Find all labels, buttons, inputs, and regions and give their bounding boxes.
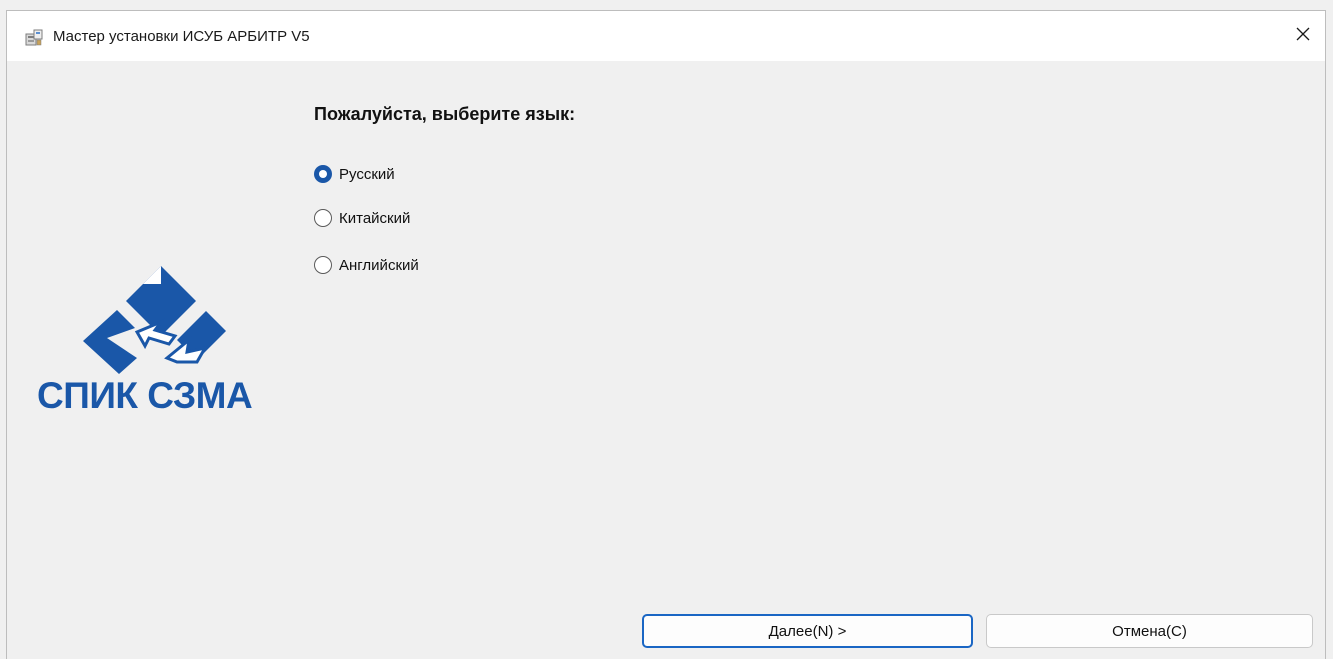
close-icon[interactable] [1295, 26, 1311, 47]
radio-label: Английский [339, 256, 419, 274]
radio-selected-icon[interactable] [314, 165, 332, 183]
cancel-button[interactable]: Отмена(C) [986, 614, 1313, 648]
logo-emblem-icon [83, 266, 226, 374]
radio-english[interactable]: Английский [314, 256, 419, 274]
installer-icon [25, 29, 43, 46]
radio-unselected-icon[interactable] [314, 256, 332, 274]
radio-russian[interactable]: Русский [314, 165, 395, 183]
radio-label: Китайский [339, 209, 411, 227]
radio-label: Русский [339, 165, 395, 183]
window-title: Мастер установки ИСУБ АРБИТР V5 [53, 28, 310, 45]
close-button[interactable] [1283, 17, 1323, 55]
radio-chinese[interactable]: Китайский [314, 209, 410, 227]
next-button[interactable]: Далее(N) > [642, 614, 973, 648]
radio-unselected-icon[interactable] [314, 209, 332, 227]
title-bar: Мастер установки ИСУБ АРБИТР V5 [7, 11, 1325, 61]
company-logo: СПИК СЗМА [37, 262, 277, 427]
language-prompt: Пожалуйста, выберите язык: [314, 104, 576, 124]
logo-text: СПИК СЗМА [37, 375, 253, 416]
installer-window: Мастер установки ИСУБ АРБИТР V5 СПИК СЗМ… [6, 10, 1326, 659]
